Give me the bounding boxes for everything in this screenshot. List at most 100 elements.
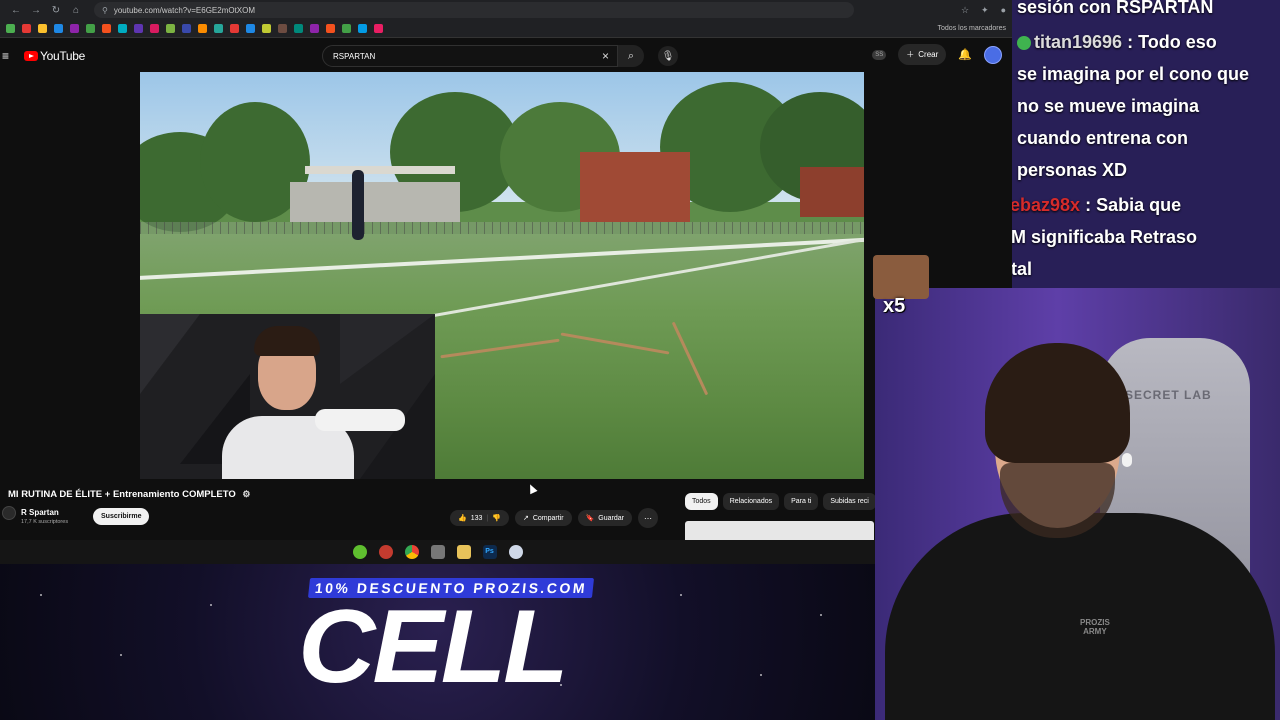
bookmark-icon[interactable] [118,24,127,33]
taskbar-app-icon[interactable] [508,545,523,559]
search-input[interactable]: RSPARTAN × [322,45,618,67]
chat-message-line: no se mueve imagina [1017,96,1199,117]
chat-message-line: personas XD [1017,160,1127,181]
chat-text: M significaba Retraso [1012,227,1198,247]
chat-text: sesión con RSPARTAN [1017,0,1214,17]
search-value: RSPARTAN [333,51,376,61]
subscribe-button[interactable]: Suscribirme [93,508,150,525]
bookmark-icon[interactable] [102,24,111,33]
chat-message-line: M significaba Retraso [1012,227,1197,248]
bookmark-icon[interactable] [358,24,367,33]
voice-search-button[interactable]: 🎙 [658,46,678,66]
video-player-figure [352,170,364,240]
bookmark-icon[interactable] [22,24,31,33]
bookmark-icon[interactable] [86,24,95,33]
create-button[interactable]: ＋ Crear [898,44,947,65]
site-info-icon[interactable]: ⚲ [102,6,108,15]
video-player[interactable] [140,72,864,479]
bookmark-icon[interactable] [230,24,239,33]
laughing-emote-icon [873,255,929,299]
more-actions-button[interactable]: ⋯ [637,508,658,528]
bookmark-icon[interactable] [54,24,63,33]
thumbs-down-icon[interactable]: 👎 [492,514,501,522]
reload-icon[interactable]: ↻ [46,5,66,16]
chat-user-badge-icon [1017,36,1031,51]
search-button[interactable]: ⌕ [618,45,644,67]
youtube-header: ≡ YouTube RSPARTAN × ⌕ 🎙 SS ＋ Crear 🔔 [0,40,1012,72]
chip-related[interactable]: Relacionados [722,493,780,510]
like-button[interactable]: 👍 133 | 👎 [450,510,509,526]
extension-badge[interactable]: SS [872,49,887,60]
bookmark-icon[interactable] [310,24,319,33]
bookmark-icon[interactable] [342,24,351,33]
save-button[interactable]: 🔖 Guardar [577,510,632,526]
share-button[interactable]: ↗ Compartir [514,510,572,526]
bookmark-icon[interactable] [198,24,207,33]
chat-message-line: titan19696 : Todo eso [1017,32,1217,53]
chat-text: personas XD [1017,160,1128,180]
chrome-icon[interactable] [404,545,419,559]
channel-name[interactable]: R Spartan [21,508,59,517]
youtube-logo[interactable]: YouTube [24,49,85,63]
forward-icon[interactable]: → [26,5,46,16]
bookmark-icon[interactable] [38,24,47,33]
video-microphone [315,409,405,431]
taskbar-app-icon[interactable] [352,545,367,559]
video-info: MI RUTINA DE ÉLITE + Entrenamiento COMPL… [0,480,1012,540]
chat-text: se imagina por el cono que [1017,64,1250,84]
chat-text: : Sabia que [1085,195,1182,215]
all-bookmarks-folder[interactable]: Todos los marcadores [938,25,1006,32]
bookmark-icon[interactable] [6,24,15,33]
sponsor-banner: 10% DESCUENTO PROZIS.COM CELL [0,564,875,720]
recommended-video-thumbnail[interactable] [685,521,874,540]
bookmark-icon[interactable] [166,24,175,33]
taskbar-app-icon[interactable] [430,545,445,559]
address-text: youtube.com/watch?v=E6GE2mOtXOM [113,5,256,15]
clear-search-icon[interactable]: × [602,49,609,63]
bookmark-icon[interactable] [278,24,287,33]
address-bar[interactable]: ⚲ youtube.com/watch?v=E6GE2mOtXOM [94,2,854,18]
youtube-play-icon [24,51,38,61]
video-stands-roof [305,166,455,174]
shirt-logo: PROZIS ARMY [1080,618,1110,636]
bookmark-icon[interactable] [214,24,223,33]
bookmarks-bar: Todos los marcadores [0,20,1012,38]
back-icon[interactable]: ← [6,5,26,16]
extensions-icon[interactable]: ✦ [981,5,989,16]
profile-icon[interactable]: ● [1001,5,1006,16]
chip-recent-uploads[interactable]: Subidas reci [823,493,876,510]
menu-icon[interactable]: ≡ [2,49,18,63]
earbud [1122,453,1132,467]
chat-username: ebaz98x [1012,195,1081,215]
bookmark-icon[interactable] [70,24,79,33]
save-label: Guardar [598,514,624,522]
bookmark-icon[interactable] [246,24,255,33]
taskbar-app-icon[interactable] [378,545,393,559]
file-explorer-icon[interactable] [456,545,471,559]
video-webcam-overlay [140,314,435,479]
home-icon[interactable]: ⌂ [66,5,86,16]
bookmark-icon[interactable] [134,24,143,33]
bookmark-icon[interactable] [294,24,303,33]
create-label: Crear [918,50,939,59]
video-stands [290,182,460,222]
bookmark-icon[interactable] [374,24,383,33]
photoshop-icon[interactable]: Ps [482,545,497,559]
chat-emote: x5 [873,255,929,317]
chip-all[interactable]: Todos [685,493,718,510]
chip-for-you[interactable]: Para ti [784,493,819,510]
bookmark-star-icon[interactable]: ☆ [961,5,969,16]
account-avatar[interactable] [984,45,1002,64]
video-actions: 👍 133 | 👎 ↗ Compartir 🔖 Guardar ⋯ [450,508,658,528]
emote-multiplier: x5 [883,295,906,317]
like-count: 133 [470,514,483,522]
chat-message-line: se imagina por el cono que [1017,64,1249,85]
bookmark-icon: 🔖 [585,515,595,522]
bookmark-icon[interactable] [150,24,159,33]
bookmark-icon[interactable] [182,24,191,33]
share-icon: ↗ [522,515,529,522]
notifications-bell-icon[interactable]: 🔔 [958,48,972,61]
channel-avatar[interactable] [2,506,16,520]
bookmark-icon[interactable] [326,24,335,33]
bookmark-icon[interactable] [262,24,271,33]
